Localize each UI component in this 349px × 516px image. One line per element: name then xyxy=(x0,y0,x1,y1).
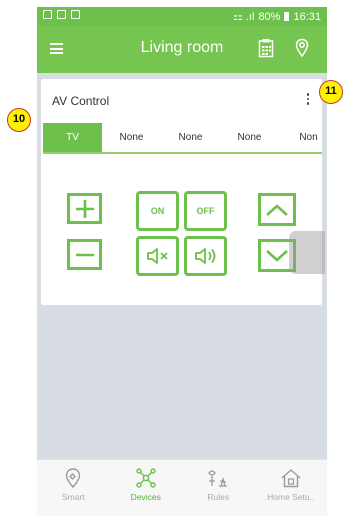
source-tabs: TV None None None Non xyxy=(43,123,322,154)
tab-none-2[interactable]: None xyxy=(161,123,220,152)
nav-smart-label: Smart xyxy=(61,492,85,502)
status-bar: ⚏ .ıl 80% 16:31 xyxy=(37,7,327,26)
notification-icon xyxy=(43,10,52,19)
tab-none-1[interactable]: None xyxy=(102,123,161,152)
signal-text: ⚏ .ıl xyxy=(232,11,255,23)
more-options-icon[interactable] xyxy=(305,93,311,107)
home-setup-icon xyxy=(281,469,301,488)
tab-tv[interactable]: TV xyxy=(43,123,102,152)
chevron-down-icon xyxy=(266,249,288,262)
nav-home-setup-label: Home Setu.. xyxy=(267,492,315,502)
volume-up-button[interactable] xyxy=(67,193,102,224)
mute-button[interactable] xyxy=(136,236,179,276)
bottom-nav: Smart Devices Rules Home Setu.. xyxy=(37,459,327,516)
chevron-up-icon xyxy=(266,203,288,216)
minus-icon xyxy=(75,253,94,256)
devices-icon xyxy=(136,468,156,488)
nav-devices-label: Devices xyxy=(130,492,161,502)
on-label: ON xyxy=(150,206,165,216)
floating-drag-handle[interactable] xyxy=(289,231,325,274)
off-label: OFF xyxy=(196,206,215,216)
nav-smart[interactable]: Smart xyxy=(37,460,110,516)
status-right: ⚏ .ıl 80% 16:31 xyxy=(232,10,321,24)
page-title: Living room xyxy=(140,39,224,56)
speaker-icon xyxy=(194,248,215,264)
tab-none-3[interactable]: None xyxy=(220,123,279,152)
mute-icon xyxy=(146,248,168,264)
volume-down-button[interactable] xyxy=(67,239,102,270)
calendar-icon[interactable] xyxy=(258,38,274,63)
status-left-icons xyxy=(43,10,80,19)
card-title: AV Control xyxy=(52,94,110,108)
location-pin-icon[interactable] xyxy=(295,38,309,63)
tab-none-4[interactable]: Non xyxy=(279,123,327,152)
power-on-button[interactable]: ON xyxy=(136,191,179,231)
phone-screen: ⚏ .ıl 80% 16:31 Living room AV Control T… xyxy=(37,7,327,516)
app-bar: Living room xyxy=(37,26,327,73)
nav-rules[interactable]: Rules xyxy=(182,460,255,516)
annotation-badge-10: 10 xyxy=(7,108,31,132)
battery-icon xyxy=(284,12,290,21)
power-off-button[interactable]: OFF xyxy=(184,191,227,231)
nav-home-setup[interactable]: Home Setu.. xyxy=(255,460,328,516)
nav-rules-label: Rules xyxy=(207,492,230,502)
plus-icon xyxy=(75,199,94,218)
smart-icon xyxy=(66,468,81,489)
message-icon xyxy=(71,10,80,19)
battery-level: 80% xyxy=(258,10,281,23)
unmute-button[interactable] xyxy=(184,236,227,276)
rules-icon xyxy=(208,470,228,487)
gallery-icon xyxy=(57,10,66,19)
nav-devices[interactable]: Devices xyxy=(110,460,183,516)
av-control-card: AV Control TV None None None Non ON OFF xyxy=(41,79,322,305)
clock: 16:31 xyxy=(293,10,321,23)
channel-up-button[interactable] xyxy=(258,193,296,226)
annotation-badge-11: 11 xyxy=(319,80,343,104)
